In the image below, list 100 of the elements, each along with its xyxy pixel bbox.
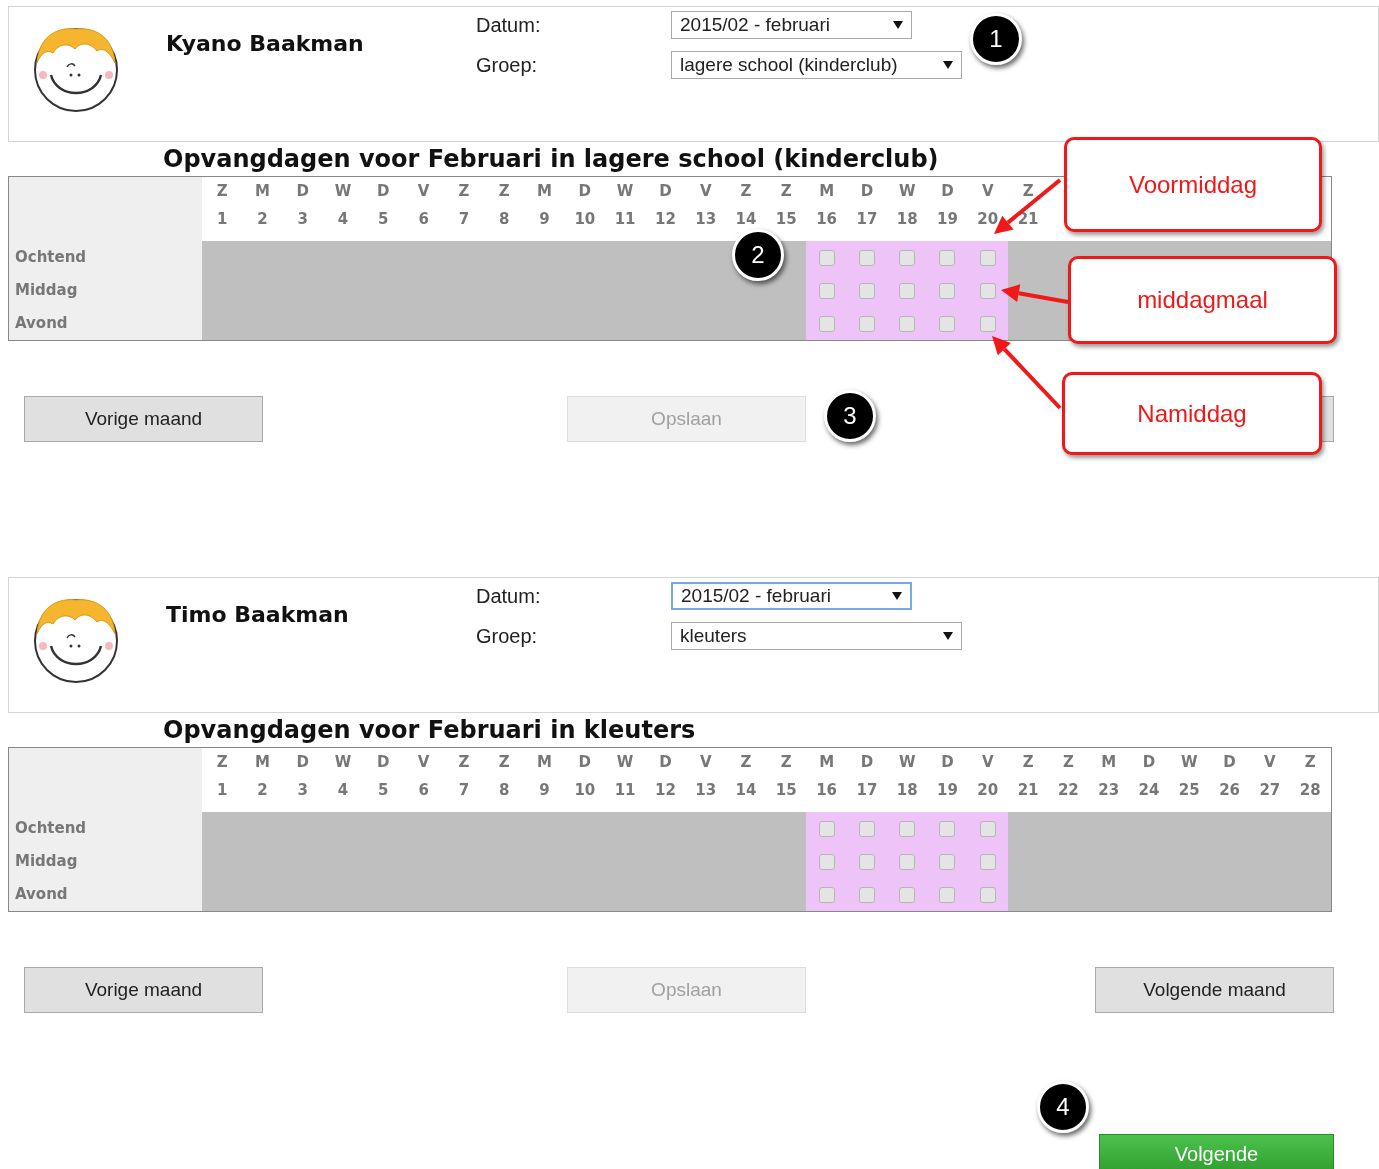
weekday-label: D	[1223, 754, 1236, 770]
day-number: 19	[937, 782, 958, 798]
day-number: 27	[1259, 782, 1281, 798]
checkbox[interactable]	[899, 853, 916, 870]
day-number: 9	[539, 211, 550, 227]
step-number-badge: 1	[970, 13, 1022, 65]
dropdown-select[interactable]: 2015/02 - februari	[671, 11, 912, 39]
next-month-button[interactable]: Volgende maand	[1095, 967, 1334, 1013]
day-number: 16	[816, 782, 838, 798]
checkbox[interactable]	[939, 282, 956, 299]
checkbox[interactable]	[858, 282, 875, 299]
weekday-label: D	[296, 754, 309, 770]
checkbox[interactable]	[979, 315, 996, 332]
weekday-label: Z	[1022, 183, 1034, 199]
checkbox[interactable]	[818, 886, 835, 903]
checkbox[interactable]	[939, 249, 956, 266]
day-number: 14	[735, 211, 757, 227]
day-number: 7	[458, 211, 470, 227]
weekday-label: M	[819, 183, 835, 199]
weekday-label: D	[860, 754, 874, 770]
previous-month-button[interactable]: Vorige maand	[24, 967, 263, 1013]
day-number: 18	[896, 782, 918, 798]
checkbox[interactable]	[939, 315, 956, 332]
weekday-label: D	[377, 183, 390, 199]
next-month-button[interactable]	[1322, 396, 1334, 442]
checkbox[interactable]	[979, 249, 996, 266]
weekday-label: D	[296, 183, 309, 199]
day-number: 1	[216, 782, 228, 798]
day-number: 11	[614, 782, 636, 798]
checkbox[interactable]	[858, 853, 875, 870]
day-number: 12	[654, 211, 676, 227]
day-number: 16	[816, 211, 838, 227]
row-label: Ochtend	[14, 818, 88, 839]
row-label: Middag	[14, 851, 79, 872]
weekday-label: D	[659, 183, 672, 199]
day-number: 20	[977, 782, 999, 798]
weekday-label: Z	[458, 183, 470, 199]
weekday-label: W	[898, 754, 916, 770]
checkbox[interactable]	[858, 315, 875, 332]
weekday-label: Z	[1062, 754, 1074, 770]
checkbox[interactable]	[899, 249, 916, 266]
day-number: 19	[937, 211, 958, 227]
weekday-label: M	[254, 183, 270, 199]
weekday-label: Z	[216, 754, 228, 770]
checkbox[interactable]	[818, 853, 835, 870]
weekday-label: Z	[740, 183, 752, 199]
previous-month-button[interactable]: Vorige maand	[24, 396, 263, 442]
caret-icon	[893, 21, 903, 29]
checkbox[interactable]	[939, 853, 956, 870]
callout-box: Namiddag	[1062, 372, 1322, 455]
day-number: 5	[378, 211, 389, 227]
checkbox[interactable]	[899, 886, 916, 903]
checkbox[interactable]	[899, 315, 916, 332]
weekday-label: V	[699, 183, 712, 199]
calendar-title: Opvangdagen voor Februari in lagere school (kinderclub)	[163, 144, 940, 175]
checkbox[interactable]	[899, 820, 916, 837]
weekday-label: V	[417, 183, 430, 199]
row-label: Ochtend	[14, 247, 88, 268]
dropdown-select[interactable]: 2015/02 - februari	[671, 582, 912, 610]
weekday-label: D	[578, 754, 592, 770]
dropdown-select[interactable]: kleuters	[671, 622, 962, 650]
day-number: 15	[775, 211, 797, 227]
day-number: 5	[378, 782, 389, 798]
dropdown-select[interactable]: lagere school (kinderclub)	[671, 51, 962, 79]
weekday-label: D	[377, 754, 390, 770]
checkbox[interactable]	[858, 820, 875, 837]
checkbox[interactable]	[818, 315, 835, 332]
weekday-label: Z	[458, 754, 470, 770]
day-number: 20	[977, 211, 999, 227]
child-name: Kyano Baakman	[166, 30, 365, 58]
checkbox[interactable]	[979, 853, 996, 870]
day-number: 2	[257, 782, 268, 798]
row-label: Middag	[14, 280, 79, 301]
caret-icon	[943, 61, 953, 69]
weekday-label: M	[819, 754, 835, 770]
checkbox[interactable]	[979, 820, 996, 837]
day-number: 7	[458, 782, 470, 798]
checkbox[interactable]	[818, 249, 835, 266]
weekday-label: M	[537, 183, 552, 199]
day-number: 11	[614, 211, 636, 227]
checkbox[interactable]	[818, 820, 835, 837]
checkbox[interactable]	[818, 282, 835, 299]
checkbox[interactable]	[939, 886, 956, 903]
checkbox[interactable]	[858, 886, 875, 903]
checkbox[interactable]	[858, 249, 875, 266]
weekday-label: Z	[740, 754, 752, 770]
day-number: 26	[1219, 782, 1240, 798]
checkbox[interactable]	[899, 282, 916, 299]
checkbox[interactable]	[979, 282, 996, 299]
calendar-title: Opvangdagen voor Februari in kleuters	[163, 715, 697, 746]
day-number: 10	[574, 211, 596, 227]
weekday-label: D	[1142, 754, 1156, 770]
day-number: 22	[1057, 782, 1079, 798]
checkbox[interactable]	[979, 886, 996, 903]
day-number: 4	[337, 211, 349, 227]
checkbox[interactable]	[939, 820, 956, 837]
weekday-label: M	[254, 754, 270, 770]
weekday-label: V	[417, 754, 430, 770]
callout-box: Voormiddag	[1064, 137, 1322, 232]
step-number-badge: 4	[1037, 1081, 1089, 1133]
